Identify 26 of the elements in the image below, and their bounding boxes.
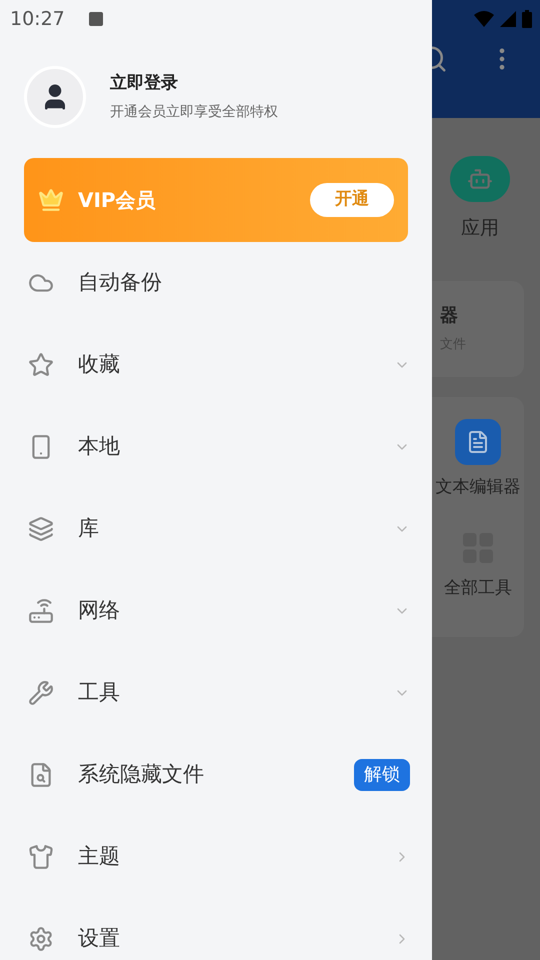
app-label: 应用 [461,216,499,241]
menu-item[interactable]: 设置 [0,898,432,960]
menu-item[interactable]: 自动备份 [0,242,432,324]
layers-icon [28,516,54,542]
crown-icon [38,187,64,213]
gear-icon [28,926,54,952]
unlock-badge[interactable]: 解锁 [354,759,410,791]
status-time: 10:27 [10,6,65,32]
battery-icon [522,10,532,28]
wifi-icon [474,11,494,27]
menu-item[interactable]: 主题 [0,816,432,898]
menu-item[interactable]: 工具 [0,652,432,734]
signal-icon [500,11,516,27]
menu-item[interactable]: 本地 [0,406,432,488]
shirt-icon [28,844,54,870]
menu-item[interactable]: 系统隐藏文件 解锁 [0,734,432,816]
menu-item[interactable]: 网络 [0,570,432,652]
router-icon [28,598,54,624]
wrench-icon [28,680,54,706]
vip-title: VIP会员 [78,187,156,214]
star-icon [28,352,54,378]
text-editor-icon[interactable] [455,418,501,464]
menu-item[interactable]: 收藏 [0,324,432,406]
menu-item[interactable]: 库 [0,488,432,570]
login-subtitle: 开通会员立即享受全部特权 [110,103,278,122]
login-title[interactable]: 立即登录 [110,70,278,96]
